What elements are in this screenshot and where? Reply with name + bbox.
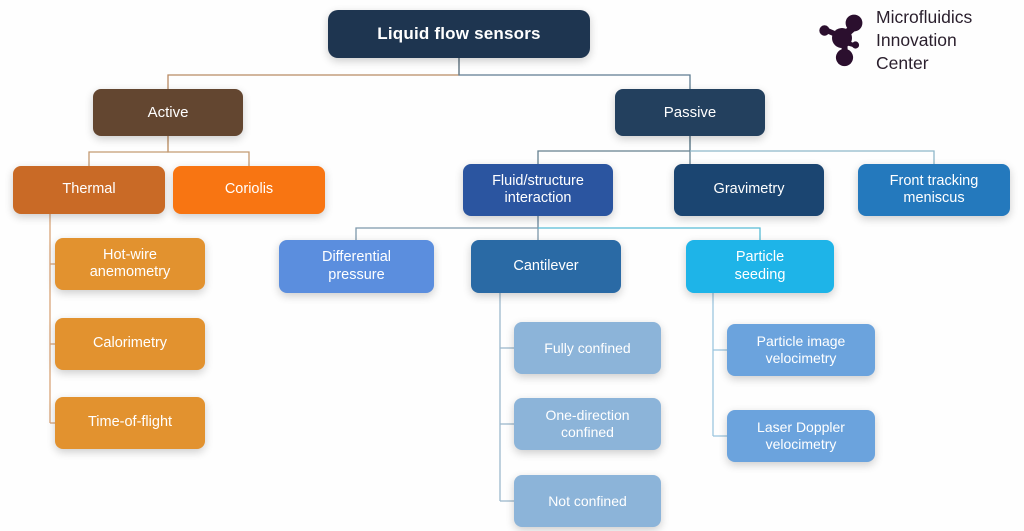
- diagram-canvas: Liquid flow sensors Active Passive Thermal C…: [0, 0, 1024, 531]
- brand-line-3: Center: [876, 53, 929, 73]
- node-tof[interactable]: Time-of-flight: [55, 397, 205, 449]
- node-notconf[interactable]: Not confined: [514, 475, 661, 527]
- node-piv[interactable]: Particle image velocimetry: [727, 324, 875, 376]
- node-root[interactable]: Liquid flow sensors: [328, 10, 590, 58]
- node-fsi[interactable]: Fluid/structure interaction: [463, 164, 613, 216]
- node-passive[interactable]: Passive: [615, 89, 765, 136]
- node-cantilever[interactable]: Cantilever: [471, 240, 621, 293]
- node-diffpress[interactable]: Differential pressure: [279, 240, 434, 293]
- node-ldv[interactable]: Laser Doppler velocimetry: [727, 410, 875, 462]
- node-calorimetry[interactable]: Calorimetry: [55, 318, 205, 370]
- node-thermal[interactable]: Thermal: [13, 166, 165, 214]
- node-onedir[interactable]: One-direction confined: [514, 398, 661, 450]
- node-coriolis[interactable]: Coriolis: [173, 166, 325, 214]
- node-active[interactable]: Active: [93, 89, 243, 136]
- brand-line-2: Innovation: [876, 30, 957, 50]
- molecule-logo-icon: [819, 14, 863, 67]
- brand-line-1: Microfluidics: [876, 7, 973, 27]
- node-particleseeding[interactable]: Particle seeding: [686, 240, 834, 293]
- node-gravimetry[interactable]: Gravimetry: [674, 164, 824, 216]
- node-hotwire[interactable]: Hot-wire anemometry: [55, 238, 205, 290]
- brand-text: Microfluidics Innovation Center: [876, 6, 1020, 75]
- node-front[interactable]: Front tracking meniscus: [858, 164, 1010, 216]
- node-fully[interactable]: Fully confined: [514, 322, 661, 374]
- brand-logo: Microfluidics Innovation Center: [812, 6, 1018, 80]
